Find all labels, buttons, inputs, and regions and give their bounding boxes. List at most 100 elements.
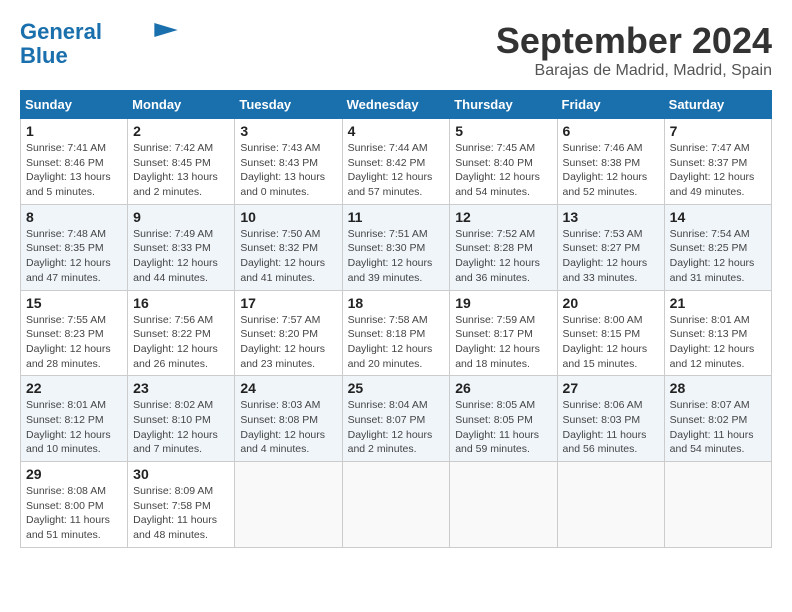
column-header-thursday: Thursday	[450, 91, 557, 119]
day-cell: 18Sunrise: 7:58 AM Sunset: 8:18 PM Dayli…	[342, 290, 450, 376]
day-info: Sunrise: 8:05 AM Sunset: 8:05 PM Dayligh…	[455, 398, 551, 457]
day-info: Sunrise: 7:50 AM Sunset: 8:32 PM Dayligh…	[240, 227, 336, 286]
day-number: 11	[348, 209, 445, 225]
day-cell: 23 Sunrise: 8:02 AM Sunset: 8:10 PM Dayli…	[128, 376, 235, 462]
day-info: Sunrise: 7:47 AM Sunset: 8:37 PM Dayligh…	[670, 141, 766, 200]
day-info: Sunrise: 7:56 AM Sunset: 8:22 PM Dayligh…	[133, 313, 229, 372]
day-cell: 3 Sunrise: 7:43 AM Sunset: 8:43 PM Daylig…	[235, 119, 342, 205]
empty-cell	[450, 462, 557, 548]
day-info: Sunrise: 8:07 AM Sunset: 8:02 PM Dayligh…	[670, 398, 766, 457]
day-info: Sunrise: 8:03 AM Sunset: 8:08 PM Dayligh…	[240, 398, 336, 457]
column-header-wednesday: Wednesday	[342, 91, 450, 119]
empty-cell	[557, 462, 664, 548]
calendar-week-row: 8 Sunrise: 7:48 AM Sunset: 8:35 PM Daylig…	[21, 204, 772, 290]
column-header-tuesday: Tuesday	[235, 91, 342, 119]
calendar-header-row: SundayMondayTuesdayWednesdayThursdayFrid…	[21, 91, 772, 119]
day-info: Sunrise: 8:00 AM Sunset: 8:15 PM Dayligh…	[563, 313, 659, 372]
day-number: 23	[133, 380, 229, 396]
day-cell: 14 Sunrise: 7:54 AM Sunset: 8:25 PM Dayli…	[664, 204, 771, 290]
day-number: 20	[563, 295, 659, 311]
day-cell: 8 Sunrise: 7:48 AM Sunset: 8:35 PM Daylig…	[21, 204, 128, 290]
day-number: 27	[563, 380, 659, 396]
day-number: 30	[133, 466, 229, 482]
day-cell: 19 Sunrise: 7:59 AM Sunset: 8:17 PM Dayli…	[450, 290, 557, 376]
day-info: Sunrise: 8:09 AM Sunset: 7:58 PM Dayligh…	[133, 484, 229, 543]
day-cell: 22 Sunrise: 8:01 AM Sunset: 8:12 PM Dayli…	[21, 376, 128, 462]
day-info: Sunrise: 8:08 AM Sunset: 8:00 PM Dayligh…	[26, 484, 122, 543]
day-cell: 5Sunrise: 7:45 AM Sunset: 8:40 PM Daylig…	[450, 119, 557, 205]
day-number: 24	[240, 380, 336, 396]
day-cell: 26Sunrise: 8:05 AM Sunset: 8:05 PM Dayli…	[450, 376, 557, 462]
day-number: 21	[670, 295, 766, 311]
day-info: Sunrise: 8:02 AM Sunset: 8:10 PM Dayligh…	[133, 398, 229, 457]
column-header-friday: Friday	[557, 91, 664, 119]
day-info: Sunrise: 7:46 AM Sunset: 8:38 PM Dayligh…	[563, 141, 659, 200]
day-cell: 27Sunrise: 8:06 AM Sunset: 8:03 PM Dayli…	[557, 376, 664, 462]
day-info: Sunrise: 7:42 AM Sunset: 8:45 PM Dayligh…	[133, 141, 229, 200]
calendar-week-row: 29Sunrise: 8:08 AM Sunset: 8:00 PM Dayli…	[21, 462, 772, 548]
day-info: Sunrise: 7:51 AM Sunset: 8:30 PM Dayligh…	[348, 227, 445, 286]
calendar-week-row: 1 Sunrise: 7:41 AM Sunset: 8:46 PM Daylig…	[21, 119, 772, 205]
day-number: 6	[563, 123, 659, 139]
day-number: 4	[348, 123, 445, 139]
day-info: Sunrise: 7:52 AM Sunset: 8:28 PM Dayligh…	[455, 227, 551, 286]
day-info: Sunrise: 7:53 AM Sunset: 8:27 PM Dayligh…	[563, 227, 659, 286]
day-cell: 15Sunrise: 7:55 AM Sunset: 8:23 PM Dayli…	[21, 290, 128, 376]
day-cell: 25Sunrise: 8:04 AM Sunset: 8:07 PM Dayli…	[342, 376, 450, 462]
day-number: 16	[133, 295, 229, 311]
day-cell: 30 Sunrise: 8:09 AM Sunset: 7:58 PM Dayli…	[128, 462, 235, 548]
empty-cell	[342, 462, 450, 548]
day-cell: 4 Sunrise: 7:44 AM Sunset: 8:42 PM Daylig…	[342, 119, 450, 205]
day-number: 1	[26, 123, 122, 139]
day-cell: 9 Sunrise: 7:49 AM Sunset: 8:33 PM Daylig…	[128, 204, 235, 290]
logo-text: General	[20, 20, 102, 44]
day-cell: 21 Sunrise: 8:01 AM Sunset: 8:13 PM Dayli…	[664, 290, 771, 376]
day-cell: 10 Sunrise: 7:50 AM Sunset: 8:32 PM Dayli…	[235, 204, 342, 290]
empty-cell	[664, 462, 771, 548]
day-number: 7	[670, 123, 766, 139]
empty-cell	[235, 462, 342, 548]
day-number: 5	[455, 123, 551, 139]
day-info: Sunrise: 8:01 AM Sunset: 8:13 PM Dayligh…	[670, 313, 766, 372]
day-number: 22	[26, 380, 122, 396]
day-cell: 6 Sunrise: 7:46 AM Sunset: 8:38 PM Daylig…	[557, 119, 664, 205]
calendar-table: SundayMondayTuesdayWednesdayThursdayFrid…	[20, 90, 772, 548]
day-cell: 1 Sunrise: 7:41 AM Sunset: 8:46 PM Daylig…	[21, 119, 128, 205]
column-header-monday: Monday	[128, 91, 235, 119]
day-number: 3	[240, 123, 336, 139]
day-info: Sunrise: 7:41 AM Sunset: 8:46 PM Dayligh…	[26, 141, 122, 200]
day-number: 19	[455, 295, 551, 311]
day-cell: 11 Sunrise: 7:51 AM Sunset: 8:30 PM Dayli…	[342, 204, 450, 290]
logo-icon	[154, 23, 178, 37]
calendar-title: September 2024	[496, 20, 772, 62]
column-header-saturday: Saturday	[664, 91, 771, 119]
day-info: Sunrise: 8:01 AM Sunset: 8:12 PM Dayligh…	[26, 398, 122, 457]
day-cell: 24 Sunrise: 8:03 AM Sunset: 8:08 PM Dayli…	[235, 376, 342, 462]
day-info: Sunrise: 7:44 AM Sunset: 8:42 PM Dayligh…	[348, 141, 445, 200]
day-number: 12	[455, 209, 551, 225]
day-cell: 2Sunrise: 7:42 AM Sunset: 8:45 PM Daylig…	[128, 119, 235, 205]
logo: General Blue	[20, 20, 178, 68]
logo-text-blue: Blue	[20, 44, 68, 68]
day-cell: 12 Sunrise: 7:52 AM Sunset: 8:28 PM Dayli…	[450, 204, 557, 290]
day-number: 9	[133, 209, 229, 225]
day-info: Sunrise: 7:49 AM Sunset: 8:33 PM Dayligh…	[133, 227, 229, 286]
day-cell: 13 Sunrise: 7:53 AM Sunset: 8:27 PM Dayli…	[557, 204, 664, 290]
day-number: 8	[26, 209, 122, 225]
day-number: 13	[563, 209, 659, 225]
day-number: 28	[670, 380, 766, 396]
day-number: 14	[670, 209, 766, 225]
column-header-sunday: Sunday	[21, 91, 128, 119]
day-number: 17	[240, 295, 336, 311]
day-cell: 16 Sunrise: 7:56 AM Sunset: 8:22 PM Dayli…	[128, 290, 235, 376]
day-info: Sunrise: 7:59 AM Sunset: 8:17 PM Dayligh…	[455, 313, 551, 372]
calendar-subtitle: Barajas de Madrid, Madrid, Spain	[496, 62, 772, 80]
page-header: General Blue September 2024 Barajas de M…	[20, 20, 772, 80]
title-area: September 2024 Barajas de Madrid, Madrid…	[496, 20, 772, 80]
day-info: Sunrise: 7:57 AM Sunset: 8:20 PM Dayligh…	[240, 313, 336, 372]
day-info: Sunrise: 7:54 AM Sunset: 8:25 PM Dayligh…	[670, 227, 766, 286]
day-cell: 29Sunrise: 8:08 AM Sunset: 8:00 PM Dayli…	[21, 462, 128, 548]
day-info: Sunrise: 7:43 AM Sunset: 8:43 PM Dayligh…	[240, 141, 336, 200]
day-number: 10	[240, 209, 336, 225]
day-info: Sunrise: 7:48 AM Sunset: 8:35 PM Dayligh…	[26, 227, 122, 286]
